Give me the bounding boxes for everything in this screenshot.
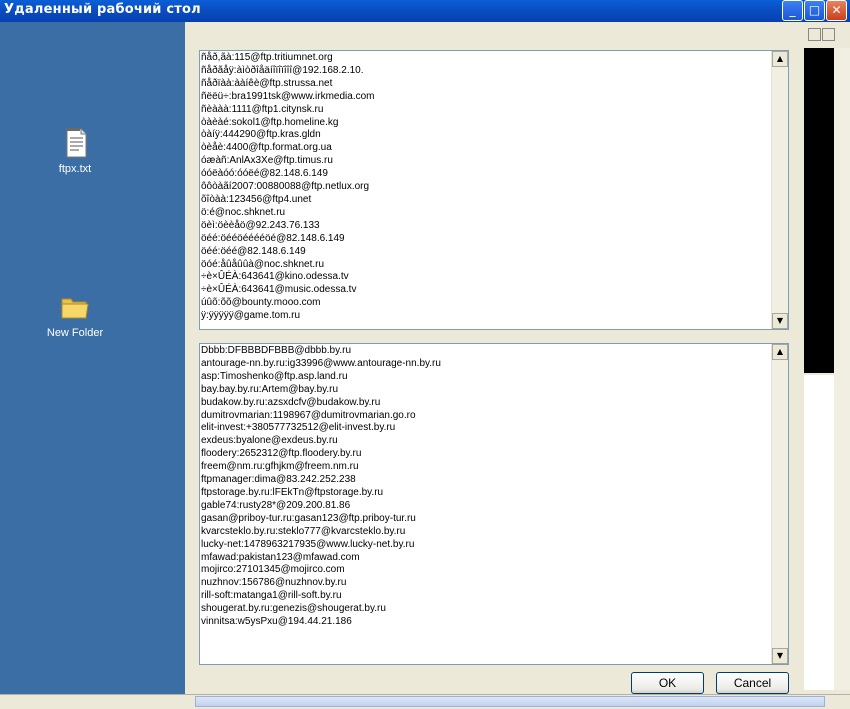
console-pane: [804, 48, 834, 373]
list-line: ftpmanager:dima@83.242.252.238: [201, 474, 356, 486]
list-line: ôôòàãí2007:00880088@ftp.netlux.org: [201, 181, 370, 193]
top-list: ñåð,ãà:115@ftp.tritiumnet.org ñåðãåÿ:àìòð…: [201, 52, 375, 323]
maximize-button[interactable]: □: [804, 0, 825, 21]
list-line: vinnitsa:w5ysPxu@194.44.21.186: [201, 616, 352, 628]
close-icon: ✕: [831, 3, 842, 17]
list-line: asp:Timoshenko@ftp.asp.land.ru: [201, 370, 348, 382]
ok-button[interactable]: OK: [631, 672, 704, 694]
list-line: nuzhnov:156786@nuzhnov.by.ru: [201, 577, 347, 589]
window-titlebar: Удаленный рабочий стол _ □ ✕: [0, 0, 850, 22]
minimize-button[interactable]: _: [782, 0, 803, 21]
top-textarea[interactable]: ñåð,ãà:115@ftp.tritiumnet.org ñåðãåÿ:àìòð…: [199, 50, 789, 330]
list-line: ñåðïàà:ààíêè@ftp.strussa.net: [201, 77, 333, 89]
list-line: ÿ:ÿÿÿÿÿ@game.tom.ru: [201, 310, 301, 322]
list-line: dumitrovmarian:1198967@dumitrovmarian.go…: [201, 409, 416, 421]
remote-desktop: ftpx.txt New Folder: [0, 22, 185, 708]
scroll-down-icon[interactable]: ▼: [772, 648, 788, 664]
cancel-button[interactable]: Cancel: [716, 672, 789, 694]
list-line: ñëëü÷:bra1991tsk@www.irkmedia.com: [201, 90, 375, 102]
list-line: budakow.by.ru:azsxdcfv@budakow.by.ru: [201, 396, 381, 408]
list-line: mfawad:pakistan123@mfawad.com: [201, 551, 360, 563]
list-line: ö:é@noc.shknet.ru: [201, 206, 286, 218]
list-line: bay.bay.by.ru:Artem@bay.by.ru: [201, 383, 339, 395]
list-line: Dbbb:DFBBBDFBBB@dbbb.by.ru: [201, 345, 352, 356]
minimize-icon[interactable]: [808, 28, 821, 41]
desktop-icon-label: ftpx.txt: [58, 163, 92, 175]
scroll-up-icon[interactable]: ▲: [772, 344, 788, 360]
list-line: ñåðãåÿ:àìòðîåäíîïîïîîî@192.168.2.10.: [201, 64, 364, 76]
list-line: õîòàà:123456@ftp4.unet: [201, 193, 312, 205]
list-line: öóé:åûåûûà@noc.shknet.ru: [201, 258, 325, 270]
desktop-icon-label: New Folder: [46, 327, 104, 339]
list-line: freem@nm.ru:gfhjkm@freem.nm.ru: [201, 461, 359, 473]
ftp-list-dialog: ñåð,ãà:115@ftp.tritiumnet.org ñåðãåÿ:àìòð…: [185, 22, 802, 694]
bottom-list: Dbbb:DFBBBDFBBB@dbbb.by.ru antourage-nn.b…: [201, 345, 441, 629]
list-line: óæàñ:AnlAx3Xe@ftp.timus.ru: [201, 155, 333, 167]
list-line: úûõ:õõ@bounty.mooo.com: [201, 297, 321, 309]
list-line: exdeus:byalone@exdeus.by.ru: [201, 435, 338, 447]
list-line: ftpstorage.by.ru:lFEkTn@ftpstorage.by.ru: [201, 486, 384, 498]
list-line: òàíÿ:444290@ftp.kras.gldn: [201, 129, 321, 141]
bottom-scrollbar[interactable]: ▲ ▼: [771, 344, 788, 664]
scroll-thumb[interactable]: [195, 696, 825, 707]
list-line: gasan@priboy-tur.ru:gasan123@ftp.priboy-…: [201, 512, 416, 524]
maximize-icon: □: [808, 3, 821, 17]
scroll-up-icon[interactable]: ▲: [772, 51, 788, 67]
list-line: öéé:öééöééééöé@82.148.6.149: [201, 232, 345, 244]
text-file-icon: [59, 127, 91, 159]
list-line: öéé:öéé@82.148.6.149: [201, 245, 306, 257]
maximize-icon[interactable]: [822, 28, 835, 41]
background-window: [802, 22, 850, 708]
list-line: rill-soft:matanga1@rill-soft.by.ru: [201, 590, 342, 602]
top-scrollbar[interactable]: ▲ ▼: [771, 51, 788, 329]
list-line: antourage-nn.by.ru:ig33996@www.antourage…: [201, 357, 441, 369]
list-line: kvarcsteklo.by.ru:steklo777@kvarcsteklo.…: [201, 525, 406, 537]
list-line: lucky-net:1478963217935@www.lucky-net.by…: [201, 538, 415, 550]
window-title: Удаленный рабочий стол: [4, 2, 201, 17]
list-line: gable74:rusty28*@209.200.81.86: [201, 499, 351, 511]
scroll-down-icon[interactable]: ▼: [772, 313, 788, 329]
list-line: óóëàóó:óóëé@82.148.6.149: [201, 168, 328, 180]
desktop-icon-ftpx[interactable]: ftpx.txt: [35, 127, 115, 175]
list-line: òèåè:4400@ftp.format.org.ua: [201, 142, 332, 154]
bottom-textarea[interactable]: Dbbb:DFBBBDFBBB@dbbb.by.ru antourage-nn.b…: [199, 343, 789, 665]
list-line: elit-invest:+380577732512@elit-invest.by…: [201, 422, 396, 434]
desktop-icon-new-folder[interactable]: New Folder: [35, 291, 115, 339]
list-line: shougerat.by.ru:genezis@shougerat.by.ru: [201, 603, 386, 615]
list-line: ÷è×ÛÉÀ:643641@music.odessa.tv: [201, 284, 357, 296]
list-line: öèì:öèèåö@92.243.76.133: [201, 219, 320, 231]
list-line: ñèààà:1111@ftp1.citynsk.ru: [201, 103, 324, 115]
white-pane: [804, 375, 834, 690]
close-button[interactable]: ✕: [826, 0, 847, 21]
minimize-icon: _: [789, 3, 796, 17]
list-line: floodery:2652312@ftp.floodery.by.ru: [201, 448, 362, 460]
list-line: ÷è×ÛÉÀ:643641@kino.odessa.tv: [201, 271, 349, 283]
list-line: òàèàé:sokol1@ftp.homeline.kg: [201, 116, 339, 128]
background-scrollbar[interactable]: [834, 48, 850, 690]
list-line: mojirco:27101345@mojirco.com: [201, 564, 345, 576]
horizontal-scrollbar[interactable]: [0, 694, 850, 709]
folder-icon: [59, 291, 91, 323]
list-line: ñåð,ãà:115@ftp.tritiumnet.org: [201, 52, 333, 63]
